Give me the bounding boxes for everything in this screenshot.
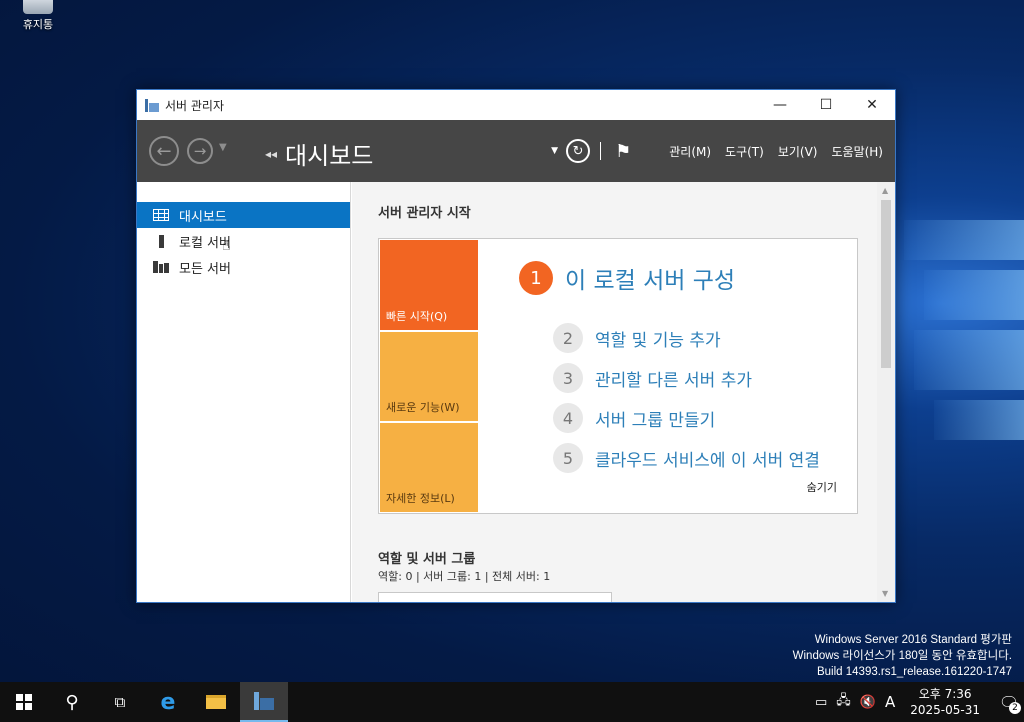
internet-explorer-icon: e [160, 689, 176, 715]
section-title: 서버 관리자 시작 [378, 206, 471, 221]
taskbar-server-manager[interactable] [240, 682, 288, 722]
window-title: 서버 관리자 [165, 98, 225, 113]
server-manager-icon [145, 98, 159, 112]
sidebar-item-local-server[interactable]: 로컬 서버 [137, 228, 350, 254]
windows-watermark: Windows Server 2016 Standard 평가판 Windows… [793, 632, 1012, 680]
step-add-servers[interactable]: 3 관리할 다른 서버 추가 [553, 363, 752, 393]
breadcrumb-current: 대시보드 [285, 142, 374, 170]
breadcrumb: ◂◂ 대시보드 [265, 136, 373, 171]
back-arrow-icon: ← [156, 140, 172, 162]
minimize-button[interactable]: — [757, 90, 803, 120]
step-add-roles[interactable]: 2 역할 및 기능 추가 [553, 323, 721, 353]
mouse-cursor-icon: ☝ [222, 238, 231, 254]
menu-tools[interactable]: 도구(T) [725, 143, 764, 160]
toolbar-separator [600, 142, 602, 160]
volume-muted-icon[interactable]: 🔇 [860, 695, 876, 710]
action-center-button[interactable]: 🗨 2 [994, 682, 1024, 722]
notifications-flag-icon[interactable]: ⚑ [615, 141, 631, 162]
step-link[interactable]: 서버 그룹 만들기 [595, 406, 715, 431]
watermark-edition: Windows Server 2016 Standard 평가판 [814, 634, 1012, 646]
step-number: 1 [519, 261, 553, 295]
task-view-button[interactable]: ⧉ [96, 682, 144, 722]
menu-manage[interactable]: 관리(M) [669, 143, 711, 160]
clock-date: 2025-05-31 [910, 703, 980, 717]
folder-icon [206, 695, 226, 709]
title-bar[interactable]: 서버 관리자 — ☐ ✕ [137, 90, 895, 120]
taskbar-file-explorer[interactable] [192, 682, 240, 722]
step-link[interactable]: 클라우드 서비스에 이 서버 연결 [595, 446, 820, 471]
refresh-icon[interactable]: ↻ [566, 139, 591, 163]
sidebar-item-label: 대시보드 [179, 209, 227, 225]
scrollbar-thumb[interactable] [881, 200, 891, 368]
forward-button[interactable]: → [187, 138, 213, 164]
tab-learn-more[interactable]: 자세한 정보(L) [380, 423, 478, 512]
sidebar: 대시보드 로컬 서버 모든 서버 ☝ [137, 182, 351, 602]
search-button[interactable]: ⚲ [48, 682, 96, 722]
breadcrumb-arrows-icon: ◂◂ [265, 146, 278, 161]
clock[interactable]: 오후 7:36 2025-05-31 [910, 686, 980, 718]
windows-logo-icon [16, 694, 32, 710]
step-number: 5 [553, 443, 583, 473]
search-icon: ⚲ [65, 691, 79, 713]
sidebar-item-all-servers[interactable]: 모든 서버 [137, 254, 350, 280]
clock-time: 오후 7:36 [918, 687, 972, 701]
step-number: 3 [553, 363, 583, 393]
tab-whats-new[interactable]: 새로운 기능(W) [380, 332, 478, 421]
menu-view[interactable]: 보기(V) [778, 143, 818, 160]
tile-label: 새로운 기능(W) [386, 401, 460, 414]
breadcrumb-dropdown-icon[interactable]: ▼ [551, 146, 558, 156]
recycle-bin-icon [23, 0, 53, 14]
taskbar-internet-explorer[interactable]: e [144, 682, 192, 722]
wallpaper-glow [894, 200, 1024, 460]
close-button[interactable]: ✕ [849, 90, 895, 120]
server-manager-window: 서버 관리자 — ☐ ✕ ← → ▼ ◂◂ 대시보드 ▼ ↻ ⚑ 관리(M) 도… [136, 89, 896, 603]
toolbar: ← → ▼ ◂◂ 대시보드 ▼ ↻ ⚑ 관리(M) 도구(T) 보기(V) 도움… [137, 120, 895, 182]
server-manager-icon [254, 692, 274, 710]
step-number: 2 [553, 323, 583, 353]
scroll-up-icon[interactable]: ▲ [882, 186, 888, 195]
tab-quick-start[interactable]: 빠른 시작(Q) [380, 240, 478, 330]
step-create-server-group[interactable]: 4 서버 그룹 만들기 [553, 403, 715, 433]
sidebar-item-label: 모든 서버 [179, 261, 231, 277]
dashboard-content: 서버 관리자 시작 빠른 시작(Q) 새로운 기능(W) 자세한 정보(L) 1… [352, 182, 877, 602]
input-language-indicator[interactable]: A [885, 693, 895, 711]
step-link[interactable]: 관리할 다른 서버 추가 [595, 366, 752, 391]
recycle-bin-label: 휴지통 [22, 18, 54, 31]
servers-icon [153, 260, 169, 274]
start-button[interactable] [0, 682, 48, 722]
quick-start-panel: 빠른 시작(Q) 새로운 기능(W) 자세한 정보(L) 1 이 로컬 서버 구… [378, 238, 858, 514]
system-tray: ▭ 🖧 🔇 A 오후 7:36 2025-05-31 🗨 2 [815, 682, 1024, 722]
toolbar-actions: ▼ ↻ ⚑ 관리(M) 도구(T) 보기(V) 도움말(H) [551, 139, 883, 163]
recycle-bin-shortcut[interactable]: 휴지통 [12, 0, 64, 32]
forward-arrow-icon: → [193, 142, 207, 160]
roles-section-title: 역할 및 서버 그룹 [378, 552, 476, 567]
step-connect-cloud[interactable]: 5 클라우드 서비스에 이 서버 연결 [553, 443, 820, 473]
step-link[interactable]: 역할 및 기능 추가 [595, 326, 721, 351]
task-view-icon: ⧉ [114, 693, 126, 711]
hide-link[interactable]: 숨기기 [807, 479, 837, 495]
step-link[interactable]: 이 로컬 서버 구성 [565, 261, 735, 295]
tile-label: 자세한 정보(L) [386, 492, 455, 505]
menu-help[interactable]: 도움말(H) [831, 143, 883, 160]
watermark-build: Build 14393.rs1_release.161220-1747 [816, 666, 1012, 678]
tile-label: 빠른 시작(Q) [386, 310, 448, 323]
network-icon[interactable]: 🖧 [836, 691, 851, 713]
watermark-license: Windows 라이선스가 180일 동안 유효합니다. [792, 650, 1012, 662]
back-button[interactable]: ← [149, 136, 179, 166]
maximize-button[interactable]: ☐ [803, 90, 849, 120]
history-dropdown-icon[interactable]: ▼ [219, 142, 227, 153]
step-configure-local-server[interactable]: 1 이 로컬 서버 구성 [519, 261, 735, 295]
notification-badge: 2 [1009, 702, 1021, 714]
scroll-down-icon[interactable]: ▼ [882, 589, 888, 598]
battery-icon[interactable]: ▭ [815, 695, 827, 710]
dashboard-grid-icon [153, 208, 169, 222]
server-icon [153, 234, 169, 248]
roles-stats: 역할: 0 | 서버 그룹: 1 | 전체 서버: 1 [378, 570, 551, 583]
taskbar: ⚲ ⧉ e ▭ 🖧 🔇 A 오후 7:36 2025-05-31 🗨 2 [0, 682, 1024, 722]
window-body: 대시보드 로컬 서버 모든 서버 ☝ 서버 관리자 시작 빠른 시작(Q) 새로… [137, 182, 895, 602]
sidebar-item-dashboard[interactable]: 대시보드 [137, 202, 350, 228]
step-number: 4 [553, 403, 583, 433]
role-tile[interactable] [378, 592, 612, 602]
vertical-scrollbar[interactable]: ▲ ▼ [877, 182, 895, 602]
